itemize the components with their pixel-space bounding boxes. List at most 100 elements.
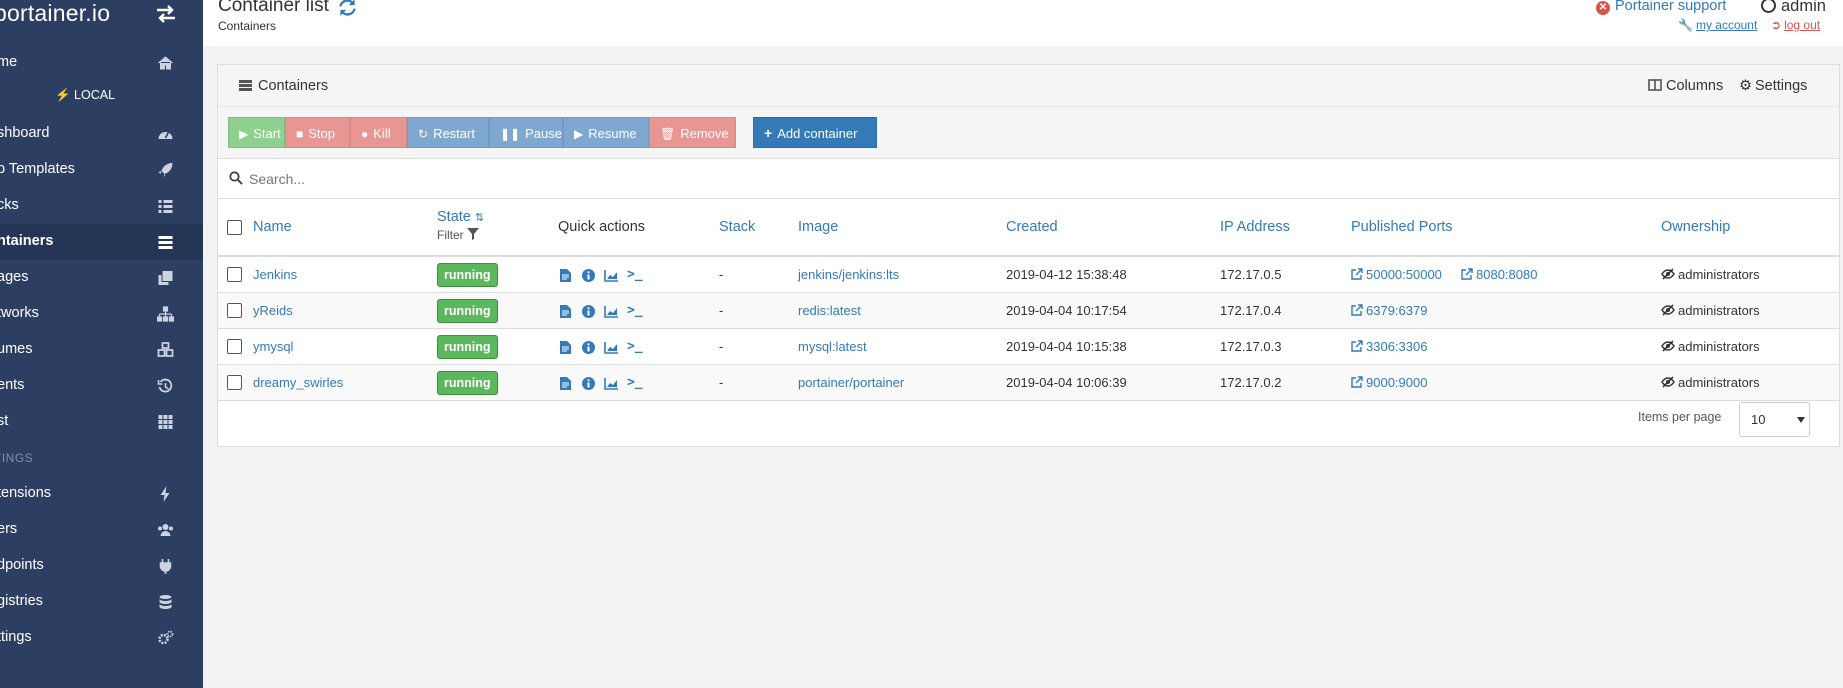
column-name[interactable]: Name	[253, 219, 292, 235]
container-name-link[interactable]: Jenkins	[253, 267, 297, 282]
logs-icon[interactable]	[560, 305, 571, 321]
dashboard-icon	[158, 131, 173, 139]
sidebar-item-networks[interactable]: tworks	[0, 296, 203, 332]
refresh-icon[interactable]	[338, 0, 357, 17]
created-value: 2019-04-04 10:17:54	[1006, 303, 1127, 318]
logs-icon[interactable]	[560, 269, 571, 285]
settings-button[interactable]: ⚙ Settings	[1739, 78, 1807, 94]
column-stack[interactable]: Stack	[719, 219, 755, 235]
container-name-link[interactable]: yReids	[253, 303, 293, 318]
pause-button[interactable]: ❚❚ Pause	[489, 117, 563, 148]
published-port-link[interactable]: 6379:6379	[1351, 303, 1427, 318]
sidebar-item-volumes[interactable]: umes	[0, 332, 203, 368]
portainer-support-link[interactable]: ✕ Portainer support	[1596, 0, 1726, 15]
my-account-link[interactable]: 🔧 my account	[1678, 18, 1757, 32]
stack-value: -	[719, 339, 724, 354]
remove-button[interactable]: 🗑 Remove	[649, 117, 736, 148]
info-icon[interactable]	[582, 269, 595, 285]
endpoint-label: ⚡ LOCAL	[54, 88, 116, 102]
info-icon[interactable]	[582, 305, 595, 321]
image-link[interactable]: mysql:latest	[798, 339, 867, 354]
published-port-link[interactable]: 3306:3306	[1351, 339, 1427, 354]
console-icon[interactable]: >_	[627, 267, 643, 282]
eye-slash-icon	[1661, 340, 1675, 352]
kill-button[interactable]: ● Kill	[350, 117, 407, 148]
home-icon	[158, 56, 173, 70]
clone-icon	[158, 271, 173, 285]
resume-button[interactable]: ▶ Resume	[563, 117, 649, 148]
stats-icon[interactable]	[604, 341, 618, 357]
image-link[interactable]: redis:latest	[798, 303, 861, 318]
items-per-page-label: Items per page	[1638, 410, 1722, 424]
stop-button[interactable]: ■ Stop	[285, 117, 350, 148]
add-container-button[interactable]: + Add container	[753, 117, 877, 148]
sidebar-item-home[interactable]: me	[0, 45, 203, 81]
sidebar-item-host[interactable]: st	[0, 404, 203, 440]
ip-value: 172.17.0.5	[1220, 267, 1282, 282]
sidebar-item-containers[interactable]: ntainers	[0, 224, 203, 260]
column-ip-address[interactable]: IP Address	[1220, 219, 1290, 235]
plug-icon	[159, 559, 172, 574]
sidebar-item-endpoints[interactable]: dpoints	[0, 548, 203, 584]
restart-button[interactable]: ↻ Restart	[407, 117, 489, 148]
search-input[interactable]	[249, 167, 849, 191]
published-port-link[interactable]: 50000:50000	[1351, 267, 1442, 282]
external-link-icon	[1351, 268, 1363, 280]
column-published-ports[interactable]: Published Ports	[1351, 219, 1453, 235]
sidebar-item-stacks[interactable]: cks	[0, 188, 203, 224]
user-menu: admin	[1761, 0, 1826, 16]
select-all-checkbox[interactable]	[227, 220, 242, 235]
column-state[interactable]: State ⇅	[437, 209, 484, 225]
settings-section-title: TINGS	[0, 451, 34, 465]
row-checkbox[interactable]	[227, 339, 242, 354]
gear-icon: ⚙	[1739, 78, 1752, 94]
sidebar-item-dashboard[interactable]: shboard	[0, 116, 203, 152]
eye-slash-icon	[1661, 304, 1675, 316]
sign-out-icon: ➲	[1771, 18, 1782, 32]
state-filter[interactable]: Filter	[437, 228, 480, 242]
widget-title: Containers	[239, 78, 328, 94]
sidebar-item-users[interactable]: ers	[0, 512, 203, 548]
log-out-link[interactable]: ➲ log out	[1771, 18, 1820, 32]
sort-icon: ⇅	[474, 212, 485, 224]
column-ownership[interactable]: Ownership	[1661, 219, 1730, 235]
search-bar	[218, 159, 1839, 199]
play-icon: ▶	[574, 127, 584, 141]
sidebar-item-app-templates[interactable]: p Templates	[0, 152, 203, 188]
column-image[interactable]: Image	[798, 219, 838, 235]
image-link[interactable]: jenkins/jenkins:lts	[798, 267, 899, 282]
sidebar-item-registries[interactable]: gistries	[0, 584, 203, 620]
bomb-icon: ●	[361, 127, 369, 141]
users-icon	[158, 524, 173, 536]
ip-value: 172.17.0.4	[1220, 303, 1282, 318]
sidebar-item-events[interactable]: ents	[0, 368, 203, 404]
console-icon[interactable]: >_	[627, 339, 643, 354]
stats-icon[interactable]	[604, 305, 618, 321]
ownership-value: administrators	[1661, 303, 1760, 318]
trash-icon: 🗑	[660, 127, 676, 141]
user-circle-icon	[1761, 0, 1776, 13]
container-name-link[interactable]: ymysql	[253, 339, 293, 354]
columns-button[interactable]: Columns	[1648, 78, 1723, 94]
console-icon[interactable]: >_	[627, 303, 643, 318]
brand-logo[interactable]: portainer.io	[0, 0, 110, 30]
info-icon[interactable]	[582, 341, 595, 357]
sidebar-item-settings[interactable]: ttings	[0, 620, 203, 656]
logs-icon[interactable]	[560, 341, 571, 357]
sidebar-item-images[interactable]: ages	[0, 260, 203, 296]
column-created[interactable]: Created	[1006, 219, 1058, 235]
row-checkbox[interactable]	[227, 267, 242, 282]
published-port-link[interactable]: 8080:8080	[1461, 267, 1537, 282]
play-icon: ▶	[239, 127, 249, 141]
created-value: 2019-04-12 15:38:48	[1006, 267, 1127, 282]
list-icon	[158, 200, 173, 213]
sidebar-toggle-icon[interactable]	[155, 5, 177, 23]
sidebar-item-extensions[interactable]: tensions	[0, 476, 203, 512]
external-link-icon	[1351, 376, 1363, 388]
start-button[interactable]: ▶ Start	[228, 117, 285, 148]
row-checkbox[interactable]	[227, 303, 242, 318]
sidebar: portainer.io me ⚡ LOCAL shboard p Templa…	[0, 0, 203, 688]
server-icon	[158, 236, 173, 249]
plus-icon: +	[764, 125, 773, 141]
stats-icon[interactable]	[604, 269, 618, 285]
